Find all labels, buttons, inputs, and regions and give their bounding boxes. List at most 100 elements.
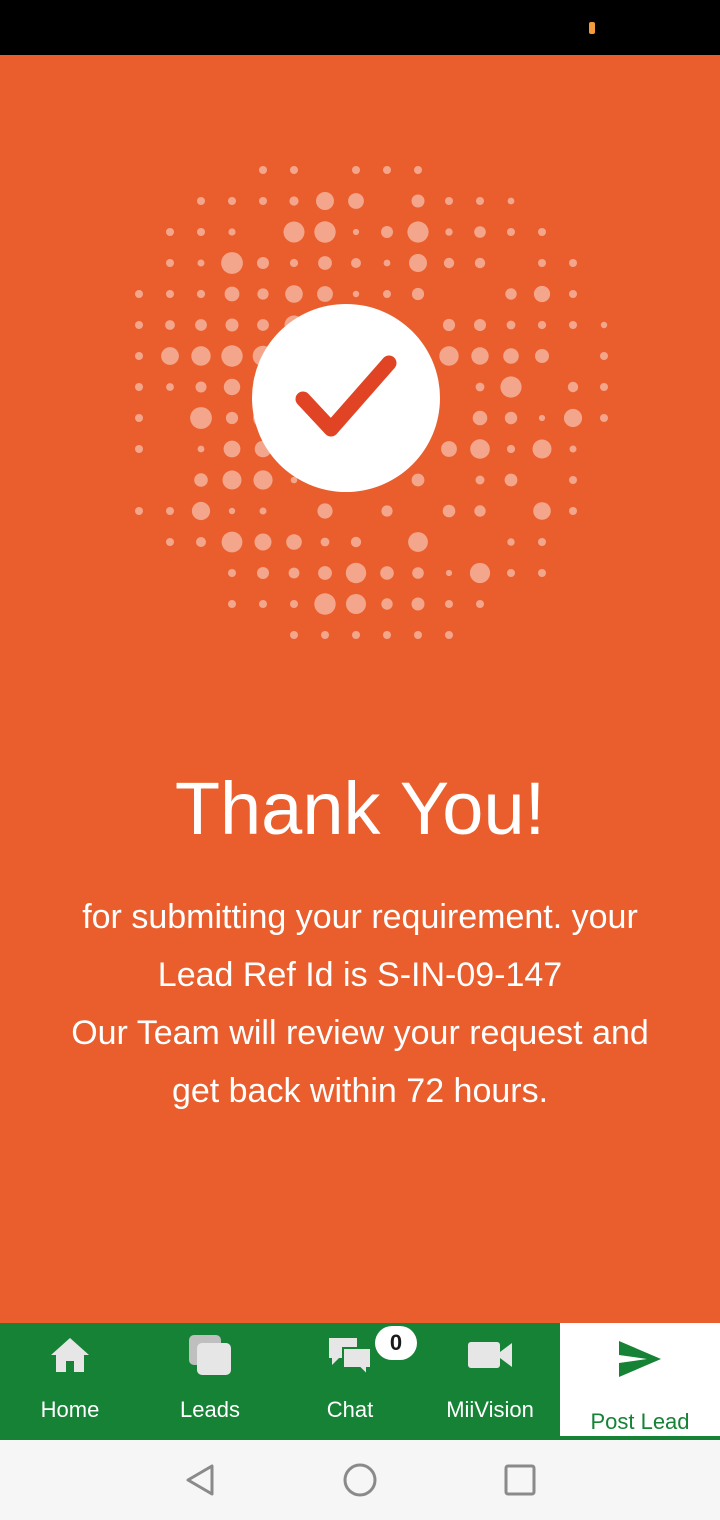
halftone-dot (352, 631, 360, 639)
halftone-dot (500, 376, 522, 398)
halftone-dot (474, 257, 486, 269)
nav-home[interactable]: Home (0, 1323, 140, 1440)
halftone-dot (161, 347, 179, 365)
halftone-dot (507, 197, 515, 205)
halftone-dot (228, 600, 236, 608)
home-icon (49, 1333, 91, 1377)
halftone-dot (346, 594, 366, 614)
halftone-dot (290, 600, 298, 608)
halftone-dot (411, 194, 425, 208)
halftone-dot (409, 254, 427, 272)
halftone-dot (135, 445, 143, 453)
nav-home-label: Home (40, 1397, 100, 1422)
halftone-dot (504, 411, 518, 425)
halftone-dot (221, 345, 243, 367)
halftone-dot (259, 197, 267, 205)
halftone-dot (441, 441, 457, 457)
halftone-dot (442, 318, 456, 332)
halftone-dot (383, 290, 391, 298)
halftone-dot (383, 166, 391, 174)
halftone-dot (350, 536, 362, 548)
halftone-dot (474, 505, 486, 517)
halftone-dot (538, 569, 546, 577)
halftone-dot (223, 378, 241, 396)
halftone-dot (195, 319, 207, 331)
halftone-dot (135, 383, 143, 391)
halftone-dot (257, 257, 269, 269)
halftone-dot (197, 259, 205, 267)
halftone-dot (600, 414, 608, 422)
halftone-dot (600, 352, 608, 360)
halftone-dot (222, 470, 242, 490)
halftone-dot (442, 504, 456, 518)
halftone-dot (166, 259, 174, 267)
halftone-dot (569, 507, 577, 515)
halftone-dot (538, 538, 546, 546)
nav-post-lead[interactable]: Post Lead (560, 1323, 720, 1440)
halftone-dot (197, 445, 205, 453)
halftone-dot (195, 381, 207, 393)
halftone-dot (166, 290, 174, 298)
halftone-dot (285, 285, 303, 303)
halftone-dot (318, 256, 332, 270)
halftone-dot (289, 258, 299, 268)
halftone-dot (504, 473, 518, 487)
halftone-dot (471, 347, 489, 365)
halftone-dot (352, 290, 360, 298)
video-camera-icon (466, 1333, 514, 1377)
halftone-dot (318, 566, 332, 580)
halftone-dot (352, 228, 360, 236)
halftone-dot (411, 597, 425, 611)
halftone-dot (474, 319, 486, 331)
halftone-dot (476, 197, 484, 205)
halftone-dot (506, 444, 516, 454)
halftone-dot (288, 567, 300, 579)
halftone-dot (197, 228, 205, 236)
success-badge (252, 304, 440, 492)
halftone-dot (321, 631, 329, 639)
nav-miivision[interactable]: MiiVision (420, 1323, 560, 1440)
halftone-dot (223, 440, 241, 458)
home-circle-icon[interactable] (340, 1460, 380, 1500)
halftone-dot (221, 531, 243, 553)
halftone-dot (505, 288, 517, 300)
message-line: Our Team will review your request and (71, 1014, 649, 1052)
bottom-nav: Home Leads Chat MiiVision Post Lead (0, 1323, 720, 1440)
halftone-dot (445, 197, 453, 205)
recents-icon[interactable] (500, 1460, 540, 1500)
halftone-dot (257, 319, 269, 331)
halftone-dot (191, 346, 211, 366)
halftone-dot (506, 320, 516, 330)
chat-unread-badge: 0 (375, 1326, 417, 1360)
halftone-dot (165, 320, 175, 330)
halftone-dot (135, 321, 143, 329)
halftone-dot (290, 631, 298, 639)
halftone-dot (443, 257, 455, 269)
halftone-dot (475, 475, 485, 485)
halftone-dot (381, 505, 393, 517)
halftone-dot (538, 414, 546, 422)
halftone-dot (166, 538, 174, 546)
nav-miivision-label: MiiVision (446, 1397, 534, 1422)
halftone-dot (135, 507, 143, 515)
halftone-dot (569, 259, 577, 267)
halftone-dot (135, 352, 143, 360)
nav-leads-label: Leads (180, 1397, 240, 1422)
halftone-dot (166, 507, 174, 515)
halftone-dot (538, 228, 546, 236)
halftone-dot (533, 285, 551, 303)
halftone-dot (228, 569, 236, 577)
halftone-dot (286, 534, 302, 550)
nav-leads[interactable]: Leads (140, 1323, 280, 1440)
halftone-dot (225, 411, 239, 425)
thank-you-title: Thank You! (174, 767, 546, 850)
nav-post-lead-label: Post Lead (590, 1409, 690, 1434)
confirmation-message: for submitting your requirement. your Le… (30, 888, 690, 1120)
halftone-dot (190, 407, 212, 429)
back-icon[interactable] (180, 1460, 220, 1500)
halftone-dot (476, 600, 484, 608)
halftone-dot (383, 259, 391, 267)
halftone-dot (600, 383, 608, 391)
halftone-dot (257, 288, 269, 300)
message-line: for submitting your requirement. your (82, 898, 638, 936)
